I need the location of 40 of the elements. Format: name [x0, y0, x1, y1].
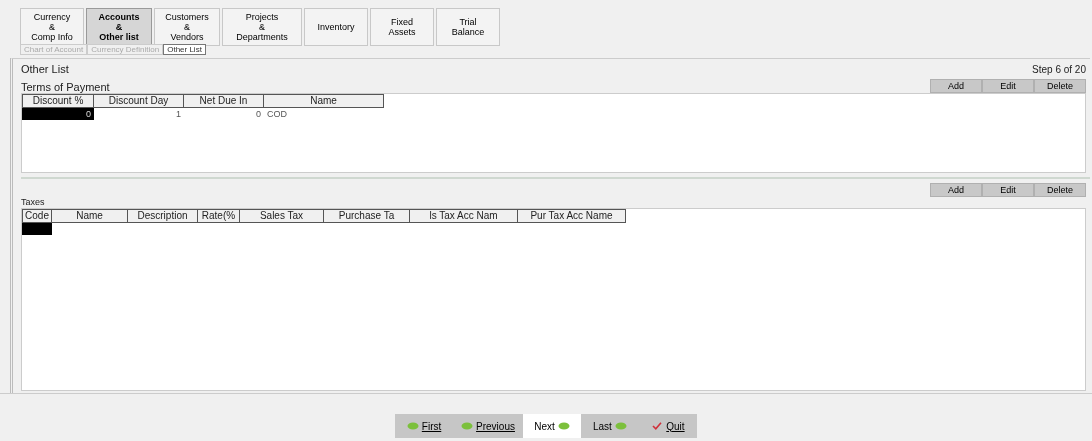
list-button[interactable]: Add	[930, 183, 982, 197]
column-header[interactable]: Net Due In	[184, 94, 264, 108]
tab[interactable]: Currency & Comp Info	[20, 8, 84, 46]
page-title: Other List	[21, 63, 69, 75]
checkmark-icon	[651, 422, 664, 430]
tab[interactable]: Fixed Assets	[370, 8, 434, 46]
list-button[interactable]: Edit	[982, 183, 1034, 197]
oval-icon	[406, 422, 419, 430]
column-header[interactable]: Name	[264, 94, 384, 108]
table-cell-text: 0	[255, 108, 262, 120]
list-button[interactable]: Delete	[1034, 183, 1086, 197]
tab[interactable]: Accounts & Other list	[86, 8, 152, 46]
column-header[interactable]: ls Tax Acc Nam	[410, 209, 518, 223]
list-button[interactable]: Add	[930, 79, 982, 93]
tab[interactable]: Customers & Vendors	[154, 8, 220, 46]
column-header[interactable]: Discount Day	[94, 94, 184, 108]
sub-tab[interactable]: Other List	[163, 44, 206, 55]
section-title: Terms of Payment	[21, 81, 110, 93]
tab[interactable]: Trial Balance	[436, 8, 500, 46]
table-cell-text: COD	[266, 108, 288, 120]
column-header[interactable]: Pur Tax Acc Name	[518, 209, 626, 223]
table-cell-text: 1	[175, 108, 182, 120]
oval-icon	[614, 422, 627, 430]
tab[interactable]: Inventory	[304, 8, 368, 46]
column-header[interactable]: Sales Tax	[240, 209, 324, 223]
column-header[interactable]: Rate(%	[198, 209, 240, 223]
list-button[interactable]: Delete	[1034, 79, 1086, 93]
oval-icon	[557, 422, 570, 430]
nav-button[interactable]: Next	[522, 414, 581, 438]
table-cell: 0	[22, 108, 94, 120]
tab[interactable]: Projects & Departments	[222, 8, 302, 46]
step-counter: Step 6 of 20	[1032, 63, 1086, 75]
column-header[interactable]: Description	[128, 209, 198, 223]
oval-icon	[461, 422, 474, 430]
list-button[interactable]: Edit	[982, 79, 1034, 93]
column-header[interactable]: Code	[22, 209, 52, 223]
section-title: Taxes	[21, 196, 46, 208]
column-header[interactable]: Purchase Ta	[324, 209, 410, 223]
column-header[interactable]: Discount %	[22, 94, 94, 108]
column-header[interactable]: Name	[52, 209, 128, 223]
